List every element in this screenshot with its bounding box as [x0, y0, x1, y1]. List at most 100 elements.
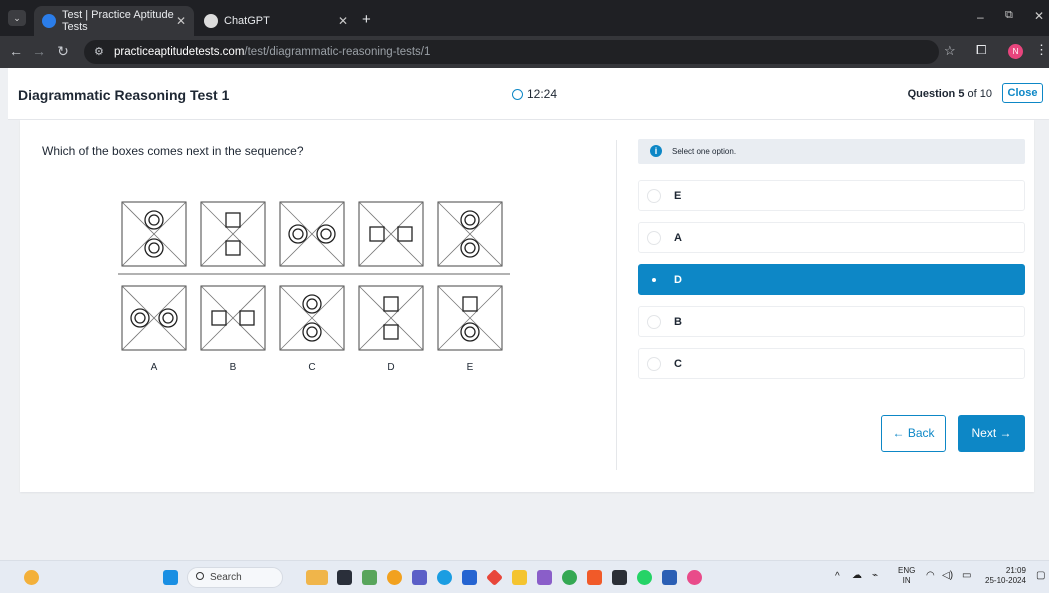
- store-icon[interactable]: [462, 570, 477, 585]
- double-circle-shape: [460, 238, 480, 258]
- language-indicator[interactable]: ENG IN: [898, 566, 915, 586]
- word-icon[interactable]: [662, 570, 677, 585]
- close-tab-icon[interactable]: ✕: [176, 14, 186, 28]
- next-button[interactable]: Next →: [958, 415, 1025, 452]
- edge-icon[interactable]: [437, 570, 452, 585]
- square-shape: [239, 310, 255, 326]
- menu-kebab-icon[interactable]: ⋮: [1035, 42, 1048, 58]
- profile-avatar[interactable]: N: [1008, 44, 1023, 59]
- app-icon[interactable]: [687, 570, 702, 585]
- square-shape: [211, 310, 227, 326]
- close-tab-icon[interactable]: ✕: [338, 14, 348, 28]
- clock[interactable]: 21:09 25-10-2024: [985, 566, 1026, 586]
- battery-icon[interactable]: ▭: [962, 570, 971, 581]
- option-label: C: [674, 358, 682, 370]
- square-shape: [383, 324, 399, 340]
- vs-icon[interactable]: [537, 570, 552, 585]
- widgets-icon[interactable]: [306, 570, 328, 585]
- region-code: IN: [902, 576, 911, 585]
- answer-box-a: A: [121, 285, 187, 373]
- windows-start-icon[interactable]: [163, 570, 178, 585]
- answer-label: D: [387, 362, 394, 373]
- lang-code: ENG: [898, 566, 916, 575]
- tab-practice-aptitude[interactable]: Test | Practice Aptitude Tests ✕: [34, 6, 194, 36]
- double-circle-shape: [144, 210, 164, 230]
- bookmark-star-icon[interactable]: ☆: [944, 43, 956, 59]
- radio-icon[interactable]: [647, 189, 661, 203]
- date: 25-10-2024: [985, 576, 1026, 585]
- clock-icon: [512, 88, 523, 100]
- app-icon[interactable]: [486, 569, 503, 586]
- extensions-icon[interactable]: ⧠: [976, 42, 986, 58]
- whatsapp-icon[interactable]: [637, 570, 652, 585]
- search-placeholder: Search: [210, 572, 242, 583]
- tab-chatgpt[interactable]: ChatGPT ✕: [196, 6, 356, 36]
- option-e[interactable]: E: [638, 180, 1025, 211]
- back-arrow-icon[interactable]: ←: [7, 43, 25, 59]
- radio-icon[interactable]: [647, 231, 661, 245]
- app-icon[interactable]: [387, 570, 402, 585]
- close-button[interactable]: Close: [1002, 83, 1043, 103]
- minimize-icon[interactable]: –: [977, 10, 984, 24]
- notifications-icon[interactable]: ▢: [1036, 570, 1045, 581]
- double-circle-shape: [144, 238, 164, 258]
- answer-box-b: B: [200, 285, 266, 373]
- sequence-box: [279, 201, 345, 267]
- forward-arrow-icon[interactable]: →: [30, 43, 48, 59]
- taskbar-search-input[interactable]: Search: [187, 567, 283, 588]
- task-view-icon[interactable]: [337, 570, 352, 585]
- address-bar[interactable]: ⚙ practiceaptitudetests.com/test/diagram…: [84, 40, 939, 64]
- teams-icon[interactable]: [412, 570, 427, 585]
- sequence-row: [121, 201, 503, 267]
- wifi-icon[interactable]: ◠: [926, 570, 935, 581]
- onedrive-icon[interactable]: ☁: [852, 570, 862, 581]
- app-icon[interactable]: [612, 570, 627, 585]
- restore-icon[interactable]: ⧉: [1005, 9, 1013, 22]
- answer-box-d: D: [358, 285, 424, 373]
- option-b[interactable]: B: [638, 306, 1025, 337]
- site-info-icon[interactable]: ⚙: [94, 45, 104, 58]
- option-d[interactable]: D: [638, 264, 1025, 295]
- file-explorer-icon[interactable]: [512, 570, 527, 585]
- weather-icon[interactable]: [24, 570, 39, 585]
- time: 21:09: [1005, 566, 1026, 575]
- option-label: D: [674, 274, 682, 286]
- double-circle-shape: [302, 322, 322, 342]
- question-of: of 10: [967, 88, 992, 100]
- option-a[interactable]: A: [638, 222, 1025, 253]
- option-label: E: [674, 190, 682, 202]
- answer-box-c: C: [279, 285, 345, 373]
- brave-icon[interactable]: [587, 570, 602, 585]
- app-tray-icon[interactable]: ⌁: [872, 570, 878, 581]
- double-circle-shape: [130, 308, 150, 328]
- double-circle-shape: [158, 308, 178, 328]
- new-tab-button[interactable]: +: [362, 11, 371, 28]
- volume-icon[interactable]: ◁): [942, 570, 953, 581]
- square-shape: [383, 296, 399, 312]
- radio-icon[interactable]: [647, 357, 661, 371]
- option-c[interactable]: C: [638, 348, 1025, 379]
- tray-chevron-icon[interactable]: ^: [835, 571, 840, 582]
- double-circle-shape: [460, 210, 480, 230]
- chrome-icon[interactable]: [562, 570, 577, 585]
- url-path: /test/diagrammatic-reasoning-tests/1: [244, 46, 431, 58]
- radio-icon[interactable]: [647, 315, 661, 329]
- sequence-box: [121, 201, 187, 267]
- sequence-figure: A B C D E: [118, 201, 510, 373]
- info-icon: i: [650, 145, 662, 157]
- radio-icon[interactable]: [647, 273, 661, 287]
- tab-title: Test | Practice Aptitude Tests: [62, 9, 174, 33]
- square-shape: [369, 226, 385, 242]
- chatgpt-favicon-icon: [204, 14, 218, 28]
- back-button[interactable]: ← Back: [881, 415, 946, 452]
- search-icon: [196, 572, 204, 580]
- copilot-icon[interactable]: [362, 570, 377, 585]
- tab-search-icon[interactable]: ⌄: [8, 10, 26, 26]
- reload-icon[interactable]: ↻: [54, 43, 72, 60]
- instruction-text: Select one option.: [672, 147, 737, 156]
- answer-row: A B C D E: [121, 285, 503, 373]
- question-number: 5: [958, 88, 965, 100]
- window-close-icon[interactable]: ✕: [1034, 9, 1044, 23]
- double-circle-shape: [460, 322, 480, 342]
- sequence-box: [200, 201, 266, 267]
